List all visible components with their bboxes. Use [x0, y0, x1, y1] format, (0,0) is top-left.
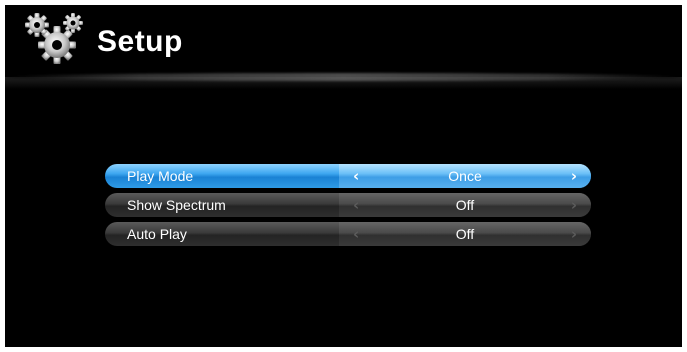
header-divider [5, 73, 682, 81]
page-title: Setup [97, 25, 183, 58]
setting-label: Show Spectrum [127, 197, 226, 213]
setting-row-play-mode[interactable]: Play Mode ‹ Once › [105, 164, 591, 188]
header: Setup [5, 5, 682, 83]
setting-value: Once [448, 168, 482, 184]
setting-label: Play Mode [127, 168, 194, 184]
setting-value-selector[interactable]: ‹ Off › [339, 222, 591, 246]
settings-menu: Play Mode ‹ Once › Show Spectrum ‹ Off ›… [105, 164, 591, 251]
chevron-right-icon[interactable]: › [571, 222, 577, 246]
setting-value-selector[interactable]: ‹ Once › [339, 164, 591, 188]
setting-value: Off [455, 226, 475, 242]
setting-row-show-spectrum[interactable]: Show Spectrum ‹ Off › [105, 193, 591, 217]
chevron-right-icon[interactable]: › [571, 193, 577, 217]
setting-value-selector[interactable]: ‹ Off › [339, 193, 591, 217]
setting-value: Off [455, 197, 475, 213]
setting-label: Auto Play [127, 226, 187, 242]
setting-row-auto-play[interactable]: Auto Play ‹ Off › [105, 222, 591, 246]
chevron-right-icon[interactable]: › [571, 164, 577, 188]
gears-icon [25, 13, 83, 64]
setup-screen: Setup Play Mode ‹ Once › Show Spectrum ‹… [5, 5, 682, 347]
